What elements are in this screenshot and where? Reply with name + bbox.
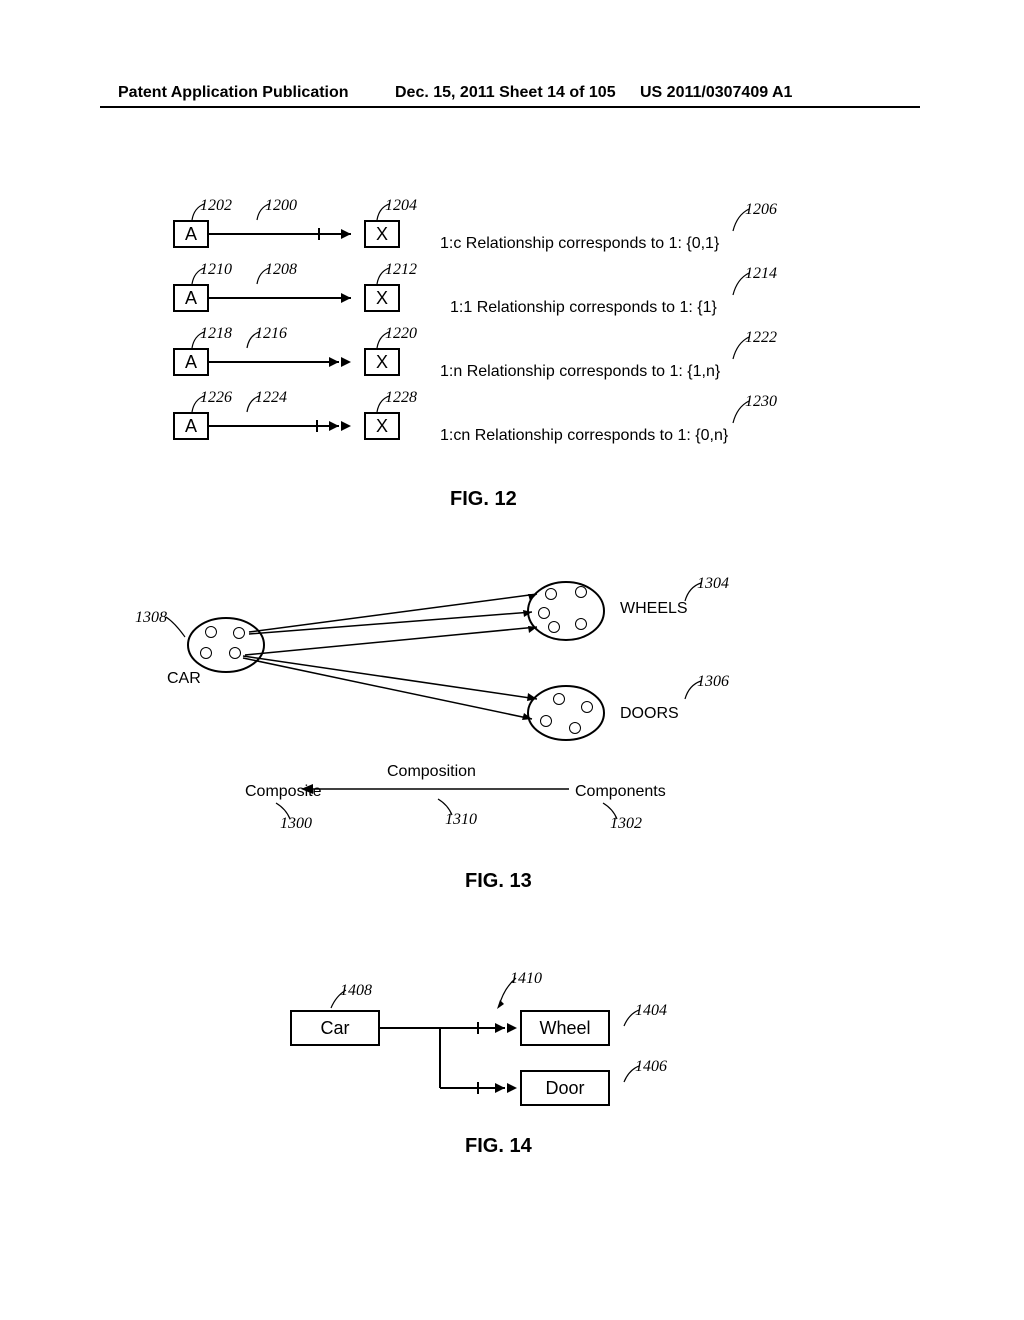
- leader-icon: [374, 266, 394, 286]
- leader-icon: [731, 399, 757, 425]
- box-a-1: A: [173, 220, 209, 248]
- fig12-title: FIG. 12: [450, 488, 517, 511]
- car-box: Car: [290, 1010, 380, 1046]
- node-icon: [581, 701, 593, 713]
- leader-icon: [374, 394, 394, 414]
- box-x-2: X: [364, 284, 400, 312]
- leader-icon: [432, 797, 454, 817]
- leader-icon: [621, 1008, 643, 1030]
- leader-icon: [683, 581, 711, 603]
- desc-2: 1:1 Relationship corresponds to 1: {1}: [450, 299, 717, 317]
- box-a-4: A: [173, 412, 209, 440]
- box-a-2: A: [173, 284, 209, 312]
- doors-label: DOORS: [620, 705, 679, 723]
- leader-icon: [374, 330, 394, 350]
- node-icon: [553, 693, 565, 705]
- leader-icon: [374, 202, 394, 222]
- leader-icon: [731, 207, 757, 233]
- components-label: Components: [575, 783, 666, 801]
- leader-icon: [496, 976, 522, 1012]
- leader-icon: [270, 801, 292, 821]
- header-left: Patent Application Publication: [118, 84, 349, 102]
- wheel-box: Wheel: [520, 1010, 610, 1046]
- header-right: US 2011/0307409 A1: [640, 84, 792, 102]
- leader-icon: [683, 679, 711, 701]
- node-icon: [548, 621, 560, 633]
- connections-icon: [237, 585, 547, 755]
- node-icon: [205, 626, 217, 638]
- arrow-1c-icon: [209, 220, 364, 248]
- leader-icon: [254, 266, 274, 286]
- car-label: CAR: [167, 670, 201, 688]
- leader-icon: [189, 266, 209, 286]
- figure-12: A X 1202 1200 1204 1:c Relationship corr…: [155, 185, 875, 475]
- box-x-4: X: [364, 412, 400, 440]
- box-x-1: X: [364, 220, 400, 248]
- leader-icon: [244, 330, 264, 350]
- wheels-label: WHEELS: [620, 600, 688, 618]
- leader-icon: [731, 271, 757, 297]
- desc-1: 1:c Relationship corresponds to 1: {0,1}: [440, 235, 719, 253]
- leader-icon: [163, 615, 193, 639]
- leader-icon: [731, 335, 757, 361]
- arrow-11-icon: [209, 284, 364, 312]
- composition-arrow-icon: [299, 780, 579, 798]
- composite-label: Composite: [245, 783, 321, 801]
- header-center: Dec. 15, 2011 Sheet 14 of 105: [395, 84, 616, 102]
- arrow-1n-icon: [209, 348, 364, 376]
- node-icon: [200, 647, 212, 659]
- box-a-3: A: [173, 348, 209, 376]
- fig14-arrows-icon: [380, 1010, 530, 1110]
- leader-icon: [189, 330, 209, 350]
- desc-4: 1:cn Relationship corresponds to 1: {0,n…: [440, 427, 728, 445]
- fig13-title: FIG. 13: [465, 870, 532, 893]
- door-box: Door: [520, 1070, 610, 1106]
- leader-icon: [254, 202, 274, 222]
- leader-icon: [244, 394, 264, 414]
- leader-icon: [621, 1064, 643, 1086]
- figure-14: Car Wheel Door 1408 1410 1404 1406: [280, 970, 720, 1140]
- node-icon: [575, 618, 587, 630]
- fig14-title: FIG. 14: [465, 1135, 532, 1158]
- arrow-1cn-icon: [209, 412, 364, 440]
- box-x-3: X: [364, 348, 400, 376]
- leader-icon: [189, 202, 209, 222]
- node-icon: [569, 722, 581, 734]
- leader-icon: [597, 801, 619, 821]
- composition-label: Composition: [387, 763, 476, 781]
- figure-13: CAR 1308 WHEELS 1304 DOORS 1306 Composit…: [145, 575, 785, 855]
- leader-icon: [189, 394, 209, 414]
- node-icon: [575, 586, 587, 598]
- desc-3: 1:n Relationship corresponds to 1: {1,n}: [440, 363, 720, 381]
- leader-icon: [328, 988, 350, 1010]
- header-rule: [100, 106, 920, 108]
